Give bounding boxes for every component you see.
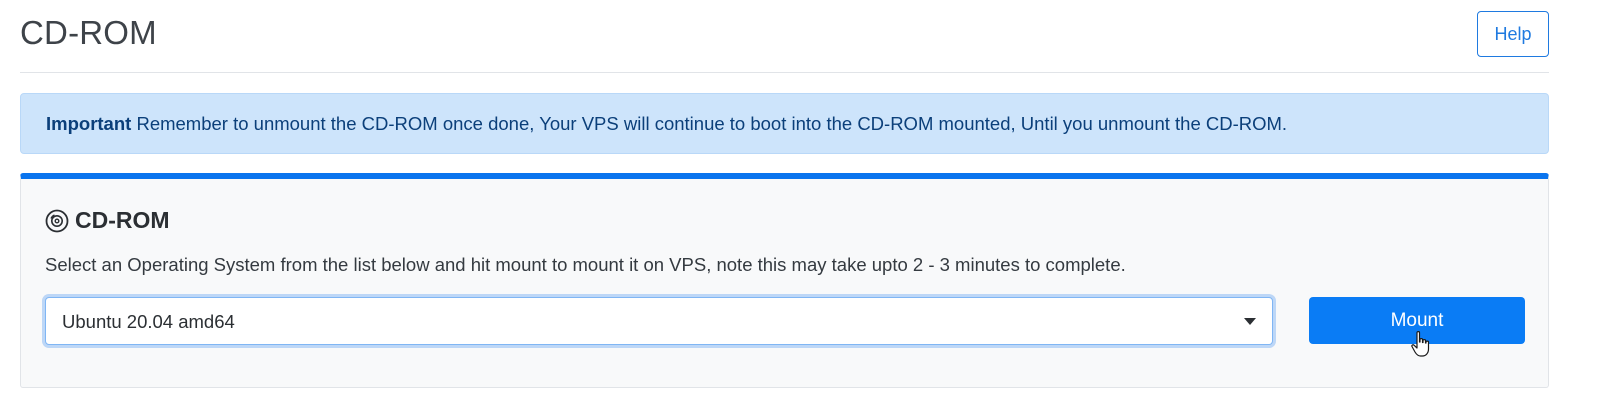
page-header: CD-ROM Help xyxy=(20,0,1549,73)
panel-description: Select an Operating System from the list… xyxy=(45,254,1126,275)
page-title: CD-ROM xyxy=(20,14,157,51)
os-select[interactable]: Ubuntu 20.04 amd64 xyxy=(45,297,1273,345)
cdrom-panel: CD-ROM Select an Operating System from t… xyxy=(20,173,1549,388)
panel-heading: CD-ROM xyxy=(45,207,170,234)
cd-disc-icon xyxy=(45,209,69,233)
chevron-down-icon xyxy=(1244,318,1256,325)
os-select-value: Ubuntu 20.04 amd64 xyxy=(62,311,235,332)
panel-title: CD-ROM xyxy=(75,207,170,233)
alert-strong-label: Important xyxy=(46,113,132,134)
important-alert: Important Remember to unmount the CD-ROM… xyxy=(20,93,1549,154)
help-button[interactable]: Help xyxy=(1477,11,1549,57)
alert-message: Remember to unmount the CD-ROM once done… xyxy=(131,113,1288,134)
hand-pointer-cursor-icon xyxy=(1410,330,1432,358)
